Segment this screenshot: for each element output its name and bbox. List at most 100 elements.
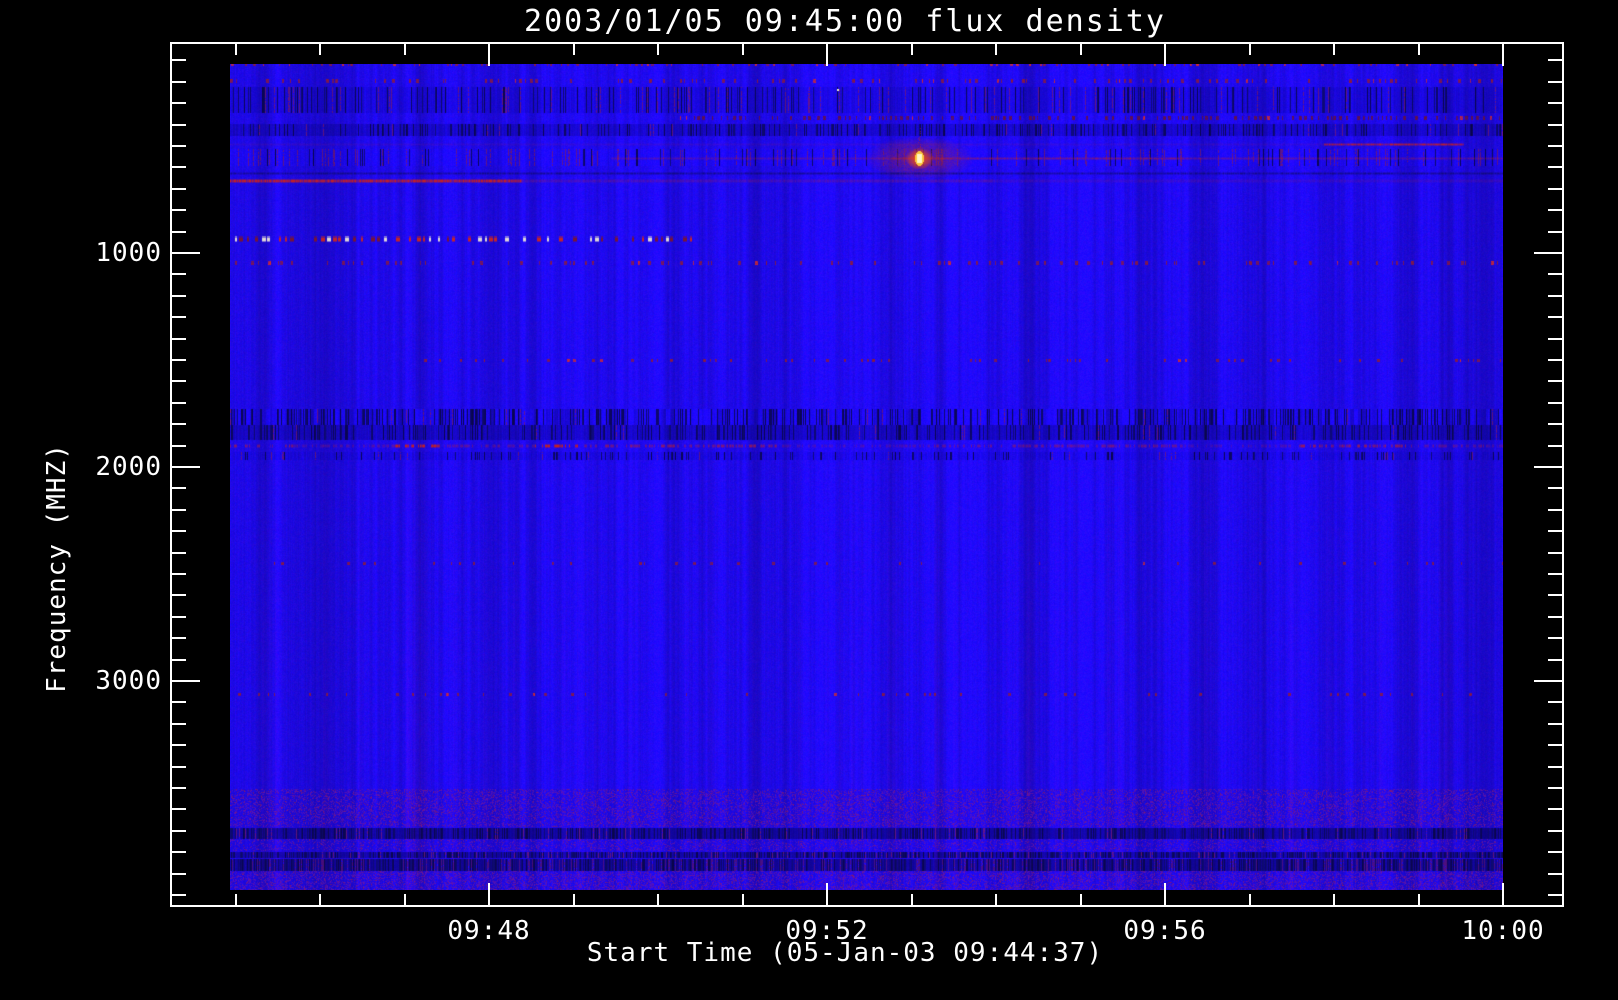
axis-tick xyxy=(172,81,186,83)
axis-tick xyxy=(657,894,659,905)
axis-tick xyxy=(1548,209,1562,211)
axis-tick xyxy=(1333,894,1335,905)
axis-tick xyxy=(172,744,186,746)
axis-tick xyxy=(826,44,828,66)
axis-tick xyxy=(826,883,828,905)
axis-tick xyxy=(1534,252,1562,254)
axis-tick xyxy=(1548,552,1562,554)
axis-tick xyxy=(172,680,200,682)
axis-tick xyxy=(172,552,186,554)
axis-tick xyxy=(172,423,186,425)
axis-tick xyxy=(172,166,186,168)
axis-tick xyxy=(1548,530,1562,532)
axis-tick xyxy=(172,209,186,211)
axis-tick xyxy=(172,594,186,596)
axis-tick xyxy=(1548,616,1562,618)
axis-tick xyxy=(172,252,200,254)
axis-tick xyxy=(1249,894,1251,905)
axis-tick xyxy=(172,295,186,297)
axis-tick xyxy=(1548,873,1562,875)
axis-tick xyxy=(172,573,186,575)
axis-tick xyxy=(1548,338,1562,340)
axis-tick xyxy=(488,44,490,66)
axis-tick xyxy=(1548,166,1562,168)
axis-tick xyxy=(1548,637,1562,639)
axis-tick xyxy=(172,466,200,468)
axis-tick xyxy=(1548,659,1562,661)
axis-tick xyxy=(172,873,186,875)
axis-tick xyxy=(488,883,490,905)
axis-tick xyxy=(1548,594,1562,596)
axis-tick xyxy=(172,487,186,489)
axis-tick xyxy=(1548,81,1562,83)
axis-tick xyxy=(1548,423,1562,425)
axis-tick xyxy=(235,44,237,55)
axis-tick xyxy=(1164,883,1166,905)
axis-tick xyxy=(172,316,186,318)
axis-tick xyxy=(1548,188,1562,190)
axis-tick xyxy=(995,894,997,905)
axis-tick xyxy=(172,445,186,447)
axis-tick xyxy=(1548,894,1562,896)
axis-tick xyxy=(404,44,406,55)
axis-tick xyxy=(1534,466,1562,468)
axis-tick xyxy=(1548,787,1562,789)
axis-tick xyxy=(172,659,186,661)
axis-tick xyxy=(1548,359,1562,361)
axis-tick xyxy=(1534,680,1562,682)
axis-tick xyxy=(1548,851,1562,853)
axis-tick xyxy=(172,894,186,896)
axis-tick xyxy=(172,145,186,147)
spectrogram-window: 2003/01/05 09:45:00 flux density 09:48 09… xyxy=(0,0,1618,1000)
axis-tick xyxy=(172,766,186,768)
axis-tick xyxy=(1418,44,1420,55)
axis-tick xyxy=(1548,573,1562,575)
axis-tick xyxy=(1333,44,1335,55)
axis-tick xyxy=(1548,487,1562,489)
axis-tick xyxy=(172,231,186,233)
axis-tick xyxy=(1548,808,1562,810)
chart-title: 2003/01/05 09:45:00 flux density xyxy=(524,4,1166,39)
axis-tick xyxy=(172,830,186,832)
axis-tick xyxy=(1548,273,1562,275)
axis-tick xyxy=(1548,102,1562,104)
axis-tick xyxy=(1080,894,1082,905)
axis-tick xyxy=(172,808,186,810)
axis-tick xyxy=(1548,445,1562,447)
axis-tick xyxy=(1502,44,1504,66)
axis-tick xyxy=(172,273,186,275)
axis-tick xyxy=(1548,124,1562,126)
axis-tick xyxy=(172,359,186,361)
y-axis-title: Frequency (MHZ) xyxy=(42,443,72,693)
axis-tick xyxy=(1548,402,1562,404)
axis-tick xyxy=(172,616,186,618)
axis-tick xyxy=(995,44,997,55)
axis-tick xyxy=(1249,44,1251,55)
axis-tick xyxy=(172,102,186,104)
spectrogram-canvas xyxy=(230,64,1503,890)
axis-tick xyxy=(319,894,321,905)
x-tick-label: 10:00 xyxy=(1461,916,1545,946)
axis-tick xyxy=(172,380,186,382)
axis-tick xyxy=(1548,59,1562,61)
axis-tick xyxy=(1080,44,1082,55)
axis-tick xyxy=(657,44,659,55)
axis-tick xyxy=(172,188,186,190)
axis-tick xyxy=(172,851,186,853)
axis-tick xyxy=(573,894,575,905)
axis-tick xyxy=(172,402,186,404)
axis-tick xyxy=(1164,44,1166,66)
axis-tick xyxy=(172,124,186,126)
axis-tick xyxy=(1548,316,1562,318)
axis-tick xyxy=(235,894,237,905)
axis-tick xyxy=(1548,231,1562,233)
y-tick-label: 1000 xyxy=(95,238,162,268)
axis-tick xyxy=(1548,830,1562,832)
axis-tick xyxy=(172,723,186,725)
axis-tick xyxy=(1502,883,1504,905)
axis-tick xyxy=(1548,295,1562,297)
axis-tick xyxy=(1548,509,1562,511)
x-axis-title: Start Time (05-Jan-03 09:44:37) xyxy=(586,938,1104,968)
axis-tick xyxy=(172,509,186,511)
axis-tick xyxy=(1418,894,1420,905)
